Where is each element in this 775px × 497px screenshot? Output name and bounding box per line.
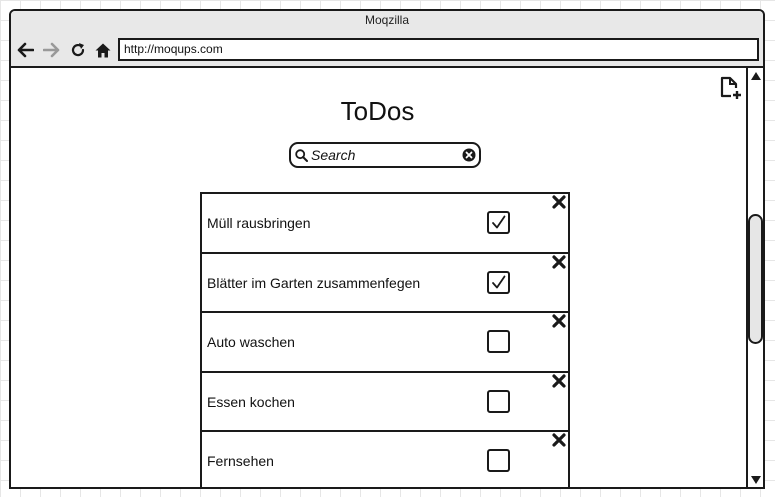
delete-icon[interactable]	[552, 314, 566, 328]
back-button[interactable]	[15, 39, 35, 61]
todo-checkbox[interactable]	[487, 330, 510, 354]
checkmark-icon	[492, 275, 506, 288]
todo-label: Blätter im Garten zusammenfegen	[207, 274, 421, 291]
todo-checkbox[interactable]	[487, 270, 510, 294]
todo-item: Fernsehen	[202, 432, 568, 487]
search-icon	[295, 149, 308, 162]
checkmark-icon	[492, 215, 506, 229]
home-button[interactable]	[93, 39, 113, 61]
page-title: ToDos	[340, 96, 415, 126]
home-icon	[95, 43, 111, 57]
forward-button[interactable]	[42, 39, 62, 61]
url-bar[interactable]: http://moqups.com	[118, 38, 759, 61]
scroll-thumb[interactable]	[748, 214, 763, 344]
delete-icon[interactable]	[552, 254, 566, 269]
todo-item: Müll rausbringen	[202, 194, 568, 254]
todo-label: Essen kochen	[207, 393, 295, 410]
scroll-up-button[interactable]	[748, 68, 763, 83]
todo-label: Fernsehen	[207, 453, 274, 470]
search-box[interactable]	[289, 142, 481, 168]
arrow-left-icon	[17, 42, 34, 58]
todo-label: Müll rausbringen	[207, 215, 311, 231]
delete-icon[interactable]	[552, 195, 566, 209]
vertical-scrollbar[interactable]	[746, 68, 763, 487]
todo-checkbox[interactable]	[487, 449, 510, 473]
arrow-right-icon	[43, 42, 60, 58]
triangle-up-icon	[750, 71, 761, 80]
reload-button[interactable]	[68, 39, 88, 61]
window-title: Moqzilla	[364, 13, 409, 27]
todo-item: Essen kochen	[202, 372, 568, 433]
todo-checkbox[interactable]	[487, 389, 510, 413]
clear-search-icon[interactable]	[462, 148, 476, 162]
browser-window: Moqzilla http://moqups.com ToDos Search …	[9, 9, 765, 489]
todo-label: Auto waschen	[207, 334, 295, 351]
page-content: ToDos Müll rausbringen	[11, 68, 763, 487]
scroll-down-button[interactable]	[748, 472, 763, 487]
delete-icon[interactable]	[552, 374, 566, 388]
todo-item: Auto waschen	[202, 313, 568, 373]
todo-list: Müll rausbringen Blätter im Garten zusam…	[200, 192, 570, 487]
todo-item: Blätter im Garten zusammenfegen	[202, 253, 568, 314]
todo-checkbox[interactable]	[487, 211, 510, 234]
search-input[interactable]	[311, 146, 459, 164]
delete-icon[interactable]	[552, 433, 566, 447]
browser-titlebar: Moqzilla http://moqups.com	[11, 11, 763, 68]
reload-icon	[71, 43, 85, 57]
triangle-down-icon	[750, 475, 761, 484]
